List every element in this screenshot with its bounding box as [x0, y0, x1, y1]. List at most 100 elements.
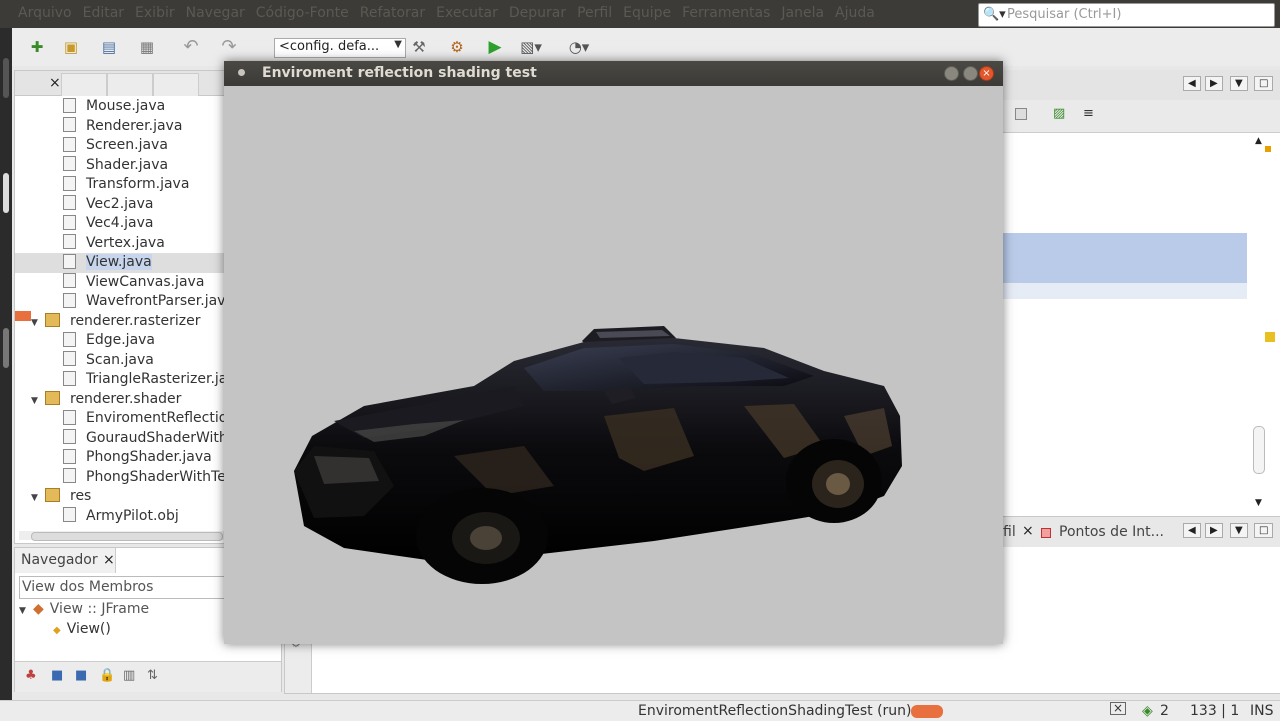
build-icon[interactable]: ⚒ — [408, 36, 430, 58]
tree-item-label: Mouse.java — [86, 98, 166, 114]
navigator-member-item[interactable]: ◆ View() — [53, 620, 111, 640]
output-tab[interactable]: fil — [1003, 524, 1016, 540]
render-window: Enviroment reflection shading test × — [224, 61, 1003, 644]
menu-item[interactable]: Depurar — [509, 5, 566, 21]
chevron-down-icon[interactable]: ▼ — [1255, 498, 1262, 508]
navigator-tab[interactable]: Navegador × — [15, 548, 116, 573]
fields-icon[interactable]: ■ — [51, 668, 63, 683]
close-icon[interactable]: × — [103, 552, 115, 568]
member-filter-select[interactable]: View dos Membros — [19, 576, 227, 599]
static-icon[interactable]: ■ — [75, 668, 87, 683]
java-file-icon — [63, 136, 76, 152]
expand-arrow-icon: ▼ — [19, 606, 26, 616]
java-file-icon — [63, 175, 76, 191]
close-icon[interactable]: × — [979, 66, 994, 81]
stop-icon[interactable] — [1015, 108, 1027, 120]
menu-item[interactable]: Editar — [83, 5, 124, 21]
package-icon — [45, 312, 60, 327]
java-file-icon — [63, 97, 76, 113]
config-select[interactable]: <config. defa... ▼ — [274, 38, 406, 58]
progress-bar — [911, 705, 943, 718]
chevron-down-icon[interactable]: ▼ — [1230, 76, 1248, 91]
java-file-icon — [63, 409, 76, 425]
tree-item-label: res — [70, 488, 92, 504]
redo-icon[interactable]: ↷ — [218, 36, 240, 58]
running-task[interactable]: EnviromentReflectionShadingTest (run) — [638, 703, 912, 719]
tree-item-label: Scan.java — [86, 351, 154, 368]
close-icon[interactable]: × — [49, 75, 61, 91]
minimize-icon[interactable] — [944, 66, 959, 81]
java-file-icon — [63, 468, 76, 483]
tree-item-label: Shader.java — [86, 156, 169, 173]
menu-item[interactable]: Código-Fonte — [256, 5, 349, 21]
expand-arrow-icon[interactable]: ▼ — [31, 392, 45, 412]
tree-item-label: Screen.java — [86, 137, 168, 153]
tree-item-label: Vertex.java — [86, 234, 165, 251]
notification-icon[interactable]: ◈ — [1142, 703, 1153, 719]
menu-item[interactable]: Ferramentas — [682, 5, 770, 21]
chevron-down-icon[interactable]: ▼ — [1230, 523, 1248, 538]
launcher-knob — [3, 58, 9, 98]
panel-tab[interactable] — [61, 73, 107, 96]
maximize-icon[interactable]: □ — [1254, 76, 1274, 91]
menu-item[interactable]: Executar — [436, 5, 498, 21]
comment-icon[interactable]: ▨ — [1053, 106, 1065, 121]
scroll-right-icon[interactable]: ▶ — [1205, 76, 1223, 91]
debug-icon[interactable]: ▧▾ — [520, 36, 542, 58]
scrollbar-thumb[interactable] — [1253, 426, 1265, 474]
java-file-icon — [63, 273, 76, 288]
filter-icon[interactable]: ♣ — [25, 668, 37, 683]
breakpoint-icon — [1041, 528, 1051, 538]
inherited-icon[interactable]: ▥ — [123, 668, 135, 683]
new-file-icon[interactable]: ✚ — [26, 36, 48, 58]
window-menu-icon[interactable] — [238, 69, 245, 76]
scrollbar-thumb[interactable] — [31, 532, 223, 541]
breakpoints-tab[interactable]: Pontos de Int... — [1059, 524, 1164, 540]
menu-item[interactable]: Navegar — [186, 5, 245, 21]
sort-icon[interactable]: ⇅ — [147, 668, 158, 683]
save-all-icon[interactable]: ▦ — [136, 36, 158, 58]
tree-item-label: WavefrontParser.java — [86, 293, 235, 309]
open-project-icon[interactable]: ▤ — [98, 36, 120, 58]
expand-arrow-icon[interactable]: ▼ — [31, 314, 45, 334]
run-icon[interactable]: ▶ — [484, 36, 506, 58]
tree-item-label: PhongShader.java — [86, 449, 212, 465]
cancel-task-icon[interactable]: × — [1110, 702, 1127, 715]
expand-arrow-icon[interactable]: ▼ — [31, 489, 45, 509]
maximize-icon[interactable] — [963, 66, 978, 81]
menu-item[interactable]: Refatorar — [360, 5, 425, 21]
panel-tab[interactable] — [153, 73, 199, 96]
menu-item[interactable]: Arquivo — [18, 5, 72, 21]
scroll-right-icon[interactable]: ▶ — [1205, 523, 1223, 538]
java-file-icon — [63, 331, 76, 347]
menu-item[interactable]: Janela — [781, 5, 824, 21]
search-box[interactable]: 🔍▾ Pesquisar (Ctrl+I) — [978, 3, 1275, 27]
vertical-scrollbar[interactable]: ▲ ▼ — [1253, 136, 1275, 510]
undo-icon[interactable]: ↶ — [180, 36, 202, 58]
method-icon: ◆ — [53, 625, 61, 636]
format-icon[interactable]: ≡ — [1083, 106, 1094, 121]
notification-count: 2 — [1160, 703, 1169, 719]
insert-mode: INS — [1250, 703, 1274, 719]
tree-item-label: Vec4.java — [86, 215, 154, 231]
menu-item[interactable]: Equipe — [623, 5, 671, 21]
maximize-icon[interactable]: □ — [1254, 523, 1274, 538]
tree-item-label: Transform.java — [86, 176, 190, 192]
new-project-icon[interactable]: ▣ — [60, 36, 82, 58]
clean-build-icon[interactable]: ⚙ — [446, 36, 468, 58]
panel-tab[interactable] — [107, 73, 153, 96]
tree-item-label: Edge.java — [86, 332, 156, 348]
search-placeholder: Pesquisar (Ctrl+I) — [1007, 7, 1122, 22]
scroll-left-icon[interactable]: ◀ — [1183, 523, 1201, 538]
launcher-strip — [0, 28, 12, 720]
chevron-up-icon[interactable]: ▲ — [1255, 136, 1262, 146]
menu-item[interactable]: Perfil — [577, 5, 612, 21]
profile-icon[interactable]: ◔▾ — [568, 36, 590, 58]
close-icon[interactable]: × — [1022, 523, 1034, 539]
lock-icon[interactable]: 🔒 — [99, 668, 115, 683]
menu-item[interactable]: Exibir — [135, 5, 175, 21]
scroll-left-icon[interactable]: ◀ — [1183, 76, 1201, 91]
navigator-class-item[interactable]: ▼ ◆ View :: JFrame — [19, 600, 149, 620]
menu-item[interactable]: Ajuda — [835, 5, 875, 21]
window-titlebar[interactable]: Enviroment reflection shading test × — [224, 61, 1003, 86]
